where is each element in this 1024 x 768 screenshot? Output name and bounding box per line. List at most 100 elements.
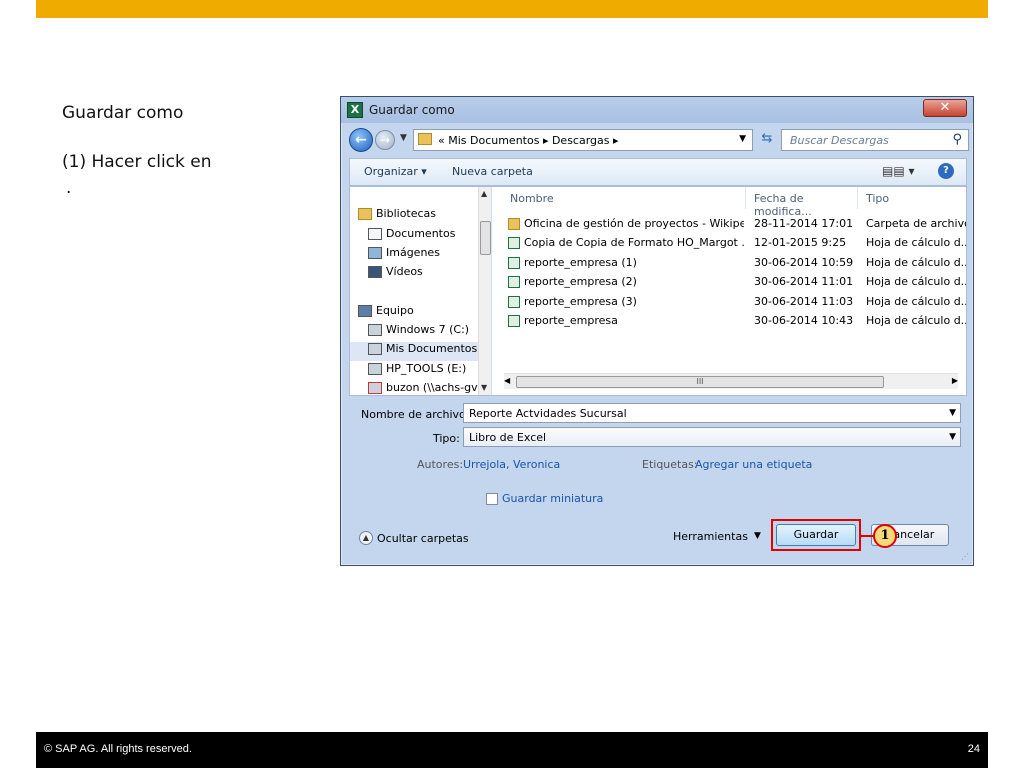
- column-header-fecha[interactable]: Fecha de modifica...: [748, 187, 858, 218]
- nav-item-windows7[interactable]: Windows 7 (C:): [368, 323, 491, 342]
- nav-item-imagenes[interactable]: Imágenes: [368, 246, 491, 265]
- breadcrumb-text[interactable]: « Mis Documentos ▸ Descargas ▸: [438, 134, 619, 147]
- back-arrow-icon[interactable]: ←: [349, 128, 373, 152]
- new-folder-button[interactable]: Nueva carpeta: [452, 165, 533, 178]
- file-type: Hoja de cálculo d...: [866, 314, 966, 327]
- scroll-up-icon[interactable]: ▲: [481, 189, 487, 198]
- nav-item-hp-tools[interactable]: HP_TOOLS (E:): [368, 362, 491, 381]
- save-as-dialog: X Guardar como ✕ ← → ▼ « Mis Documentos …: [340, 96, 974, 566]
- nav-item-documentos[interactable]: Documentos: [368, 227, 491, 246]
- search-icon[interactable]: ⚲: [952, 132, 962, 147]
- file-date: 12-01-2015 9:25: [754, 236, 847, 249]
- nav-item-label: Imágenes: [386, 246, 440, 259]
- computer-icon: [358, 305, 372, 317]
- dialog-title: Guardar como: [369, 103, 455, 117]
- folder-icon: [418, 133, 432, 145]
- drive-icon: [368, 343, 382, 355]
- column-header-tipo[interactable]: Tipo: [860, 187, 966, 209]
- thumbnail-checkbox[interactable]: [486, 493, 498, 505]
- excel-file-icon: [508, 276, 520, 288]
- nav-item-label: Vídeos: [386, 265, 423, 278]
- file-type: Hoja de cálculo d...: [866, 295, 966, 308]
- filename-input[interactable]: Reporte Actvidades Sucursal ▼: [463, 403, 961, 423]
- horizontal-scrollbar[interactable]: ◀ III ▶: [504, 373, 958, 389]
- drive-icon: [368, 324, 382, 336]
- documents-icon: [368, 228, 382, 240]
- nav-item-label: HP_TOOLS (E:): [386, 362, 467, 375]
- page-number: 24: [967, 743, 980, 755]
- file-date: 28-11-2014 17:01: [754, 217, 854, 230]
- scroll-thumb[interactable]: [480, 221, 491, 255]
- command-toolbar: Organizar ▾ Nueva carpeta ▤▤ ▾ ?: [349, 158, 967, 186]
- excel-icon: X: [347, 102, 363, 118]
- nav-item-bibliotecas[interactable]: Bibliotecas: [358, 207, 488, 226]
- chevron-down-icon[interactable]: ▼: [754, 531, 761, 541]
- folder-icon: [508, 218, 520, 230]
- hide-folders-button[interactable]: Ocultar carpetas: [377, 532, 469, 545]
- file-row[interactable]: reporte_empresa 30-06-2014 10:43 Hoja de…: [496, 311, 966, 330]
- nav-item-label: Equipo: [376, 304, 414, 317]
- nav-scrollbar[interactable]: ▲ ▼: [478, 187, 491, 395]
- videos-icon: [368, 266, 382, 278]
- nav-item-label: Windows 7 (C:): [386, 323, 470, 336]
- excel-file-icon: [508, 257, 520, 269]
- file-type: Hoja de cálculo d...: [866, 236, 966, 249]
- nav-item-mis-documentos[interactable]: Mis Documentos: [350, 342, 478, 361]
- chevron-down-icon[interactable]: ▼: [949, 432, 956, 442]
- scroll-right-icon[interactable]: ▶: [952, 376, 958, 385]
- file-row[interactable]: reporte_empresa (2) 30-06-2014 11:01 Hoj…: [496, 272, 966, 291]
- file-date: 30-06-2014 11:01: [754, 275, 854, 288]
- tools-dropdown[interactable]: Herramientas: [673, 530, 748, 543]
- type-label: Tipo:: [433, 432, 460, 445]
- slide-instruction: (1) Hacer click en: [62, 152, 212, 172]
- refresh-icon[interactable]: ⇆: [757, 131, 777, 149]
- organize-button[interactable]: Organizar ▾: [364, 165, 427, 178]
- file-row[interactable]: reporte_empresa (3) 30-06-2014 11:03 Hoj…: [496, 292, 966, 311]
- resize-grip-icon[interactable]: ⋰: [961, 552, 969, 561]
- thumbnail-label[interactable]: Guardar miniatura: [502, 492, 603, 505]
- chevron-down-icon[interactable]: ▼: [949, 408, 956, 418]
- nav-item-buzon[interactable]: buzon (\\achs-gv: [368, 381, 491, 395]
- excel-file-icon: [508, 237, 520, 249]
- address-bar: ← → ▼ « Mis Documentos ▸ Descargas ▸ ▼ ⇆…: [345, 125, 969, 155]
- scroll-left-icon[interactable]: ◀: [504, 376, 510, 385]
- slide-bullet: .: [66, 178, 72, 198]
- file-name: reporte_empresa (3): [524, 295, 637, 308]
- tags-label: Etiquetas:: [642, 458, 698, 471]
- save-button[interactable]: Guardar: [776, 524, 856, 546]
- slide-footer: © SAP AG. All rights reserved. 24: [36, 732, 988, 768]
- help-icon[interactable]: ?: [938, 163, 954, 179]
- file-row[interactable]: Oficina de gestión de proyectos - Wikipe…: [496, 214, 966, 233]
- scroll-down-icon[interactable]: ▼: [481, 383, 487, 392]
- forward-arrow-icon[interactable]: →: [375, 130, 395, 150]
- close-button[interactable]: ✕: [923, 99, 967, 117]
- nav-item-label: Documentos: [386, 227, 456, 240]
- excel-file-icon: [508, 296, 520, 308]
- scroll-thumb[interactable]: III: [516, 376, 884, 388]
- file-name: reporte_empresa: [524, 314, 618, 327]
- file-name: Oficina de gestión de proyectos - Wikipe…: [524, 217, 744, 230]
- recent-pages-dropdown-icon[interactable]: ▼: [400, 133, 407, 143]
- slide-heading: Guardar como: [62, 103, 184, 123]
- type-value: Libro de Excel: [469, 431, 547, 444]
- file-date: 30-06-2014 10:43: [754, 314, 854, 327]
- browser-panes: Bibliotecas Documentos Imágenes Vídeos E…: [349, 186, 967, 396]
- file-row[interactable]: Copia de Copia de Formato HO_Margot ... …: [496, 233, 966, 252]
- nav-item-videos[interactable]: Vídeos: [368, 265, 491, 284]
- chevron-down-icon[interactable]: ▼: [739, 134, 746, 144]
- file-row[interactable]: reporte_empresa (1) 30-06-2014 10:59 Hoj…: [496, 253, 966, 272]
- search-input[interactable]: Buscar Descargas ⚲: [781, 129, 969, 151]
- drive-icon: [368, 363, 382, 375]
- pictures-icon: [368, 247, 382, 259]
- add-tag-link[interactable]: Agregar una etiqueta: [695, 458, 812, 471]
- excel-file-icon: [508, 315, 520, 327]
- step-callout: 1: [873, 524, 897, 548]
- chevron-up-icon[interactable]: ▲: [359, 531, 373, 545]
- authors-link[interactable]: Urrejola, Veronica: [463, 458, 560, 471]
- file-type: Hoja de cálculo d...: [866, 256, 966, 269]
- type-select[interactable]: Libro de Excel ▼: [463, 427, 961, 447]
- nav-item-equipo[interactable]: Equipo: [358, 304, 488, 323]
- column-header-nombre[interactable]: Nombre: [504, 187, 746, 209]
- change-view-icon[interactable]: ▤▤ ▾: [882, 164, 915, 178]
- path-breadcrumb[interactable]: « Mis Documentos ▸ Descargas ▸ ▼: [413, 129, 753, 151]
